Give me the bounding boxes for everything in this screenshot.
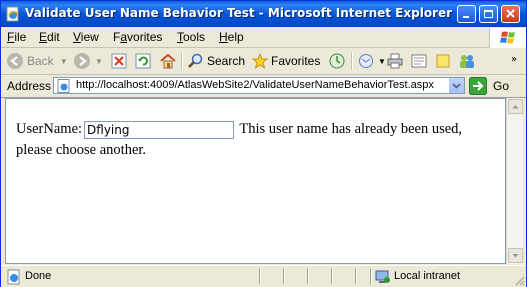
status-divider: [307, 268, 309, 284]
maximize-button[interactable]: [479, 5, 498, 23]
mail-icon: [359, 54, 373, 68]
chevron-down-icon: [452, 83, 461, 89]
search-icon: [188, 53, 203, 68]
status-text: Done: [25, 270, 52, 282]
menu-tools[interactable]: Tools: [177, 30, 205, 44]
mail-button[interactable]: ▼: [358, 52, 386, 70]
close-icon: [506, 9, 515, 18]
stop-icon: [111, 53, 127, 69]
mail-dropdown-icon[interactable]: ▼: [378, 57, 386, 66]
search-button[interactable]: Search: [188, 52, 245, 70]
status-divider: [355, 268, 357, 284]
toolbar-separator: [181, 52, 183, 70]
minimize-icon: [463, 16, 469, 18]
minimize-button[interactable]: [457, 5, 476, 23]
menu-file[interactable]: File: [7, 30, 26, 44]
validation-message: This user name has already been used, ple…: [16, 121, 463, 158]
go-button[interactable]: Go: [469, 77, 509, 95]
status-divider: [283, 268, 285, 284]
standard-toolbar: Back ▼ ▼ Search Favorites ▼ »: [1, 48, 526, 75]
title-bar[interactable]: Validate User Name Behavior Test - Micro…: [1, 1, 526, 27]
maximize-icon: [484, 10, 493, 18]
home-icon: [160, 53, 176, 69]
status-bar: Done Local intranet: [1, 265, 526, 287]
discuss-button[interactable]: [435, 52, 451, 70]
validation-form: UserName: This user name has already bee…: [16, 119, 506, 161]
messenger-icon: [460, 55, 474, 68]
security-zone: Local intranet: [394, 270, 461, 282]
edit-page-icon: [411, 54, 427, 68]
windows-logo: [489, 28, 526, 48]
window-title: Validate User Name Behavior Test - Micro…: [25, 6, 453, 20]
edit-button[interactable]: [411, 52, 427, 70]
username-input[interactable]: [84, 120, 235, 139]
scroll-up-button[interactable]: [508, 99, 523, 114]
status-divider: [259, 268, 261, 284]
close-button[interactable]: [501, 5, 520, 23]
windows-flag-icon: [500, 31, 515, 44]
page-content: UserName: This user name has already bee…: [5, 98, 506, 264]
status-divider: [331, 268, 333, 284]
scroll-down-button[interactable]: [508, 248, 523, 263]
arrow-down-icon: [512, 254, 519, 258]
menu-help[interactable]: Help: [219, 30, 244, 44]
address-label: Address: [7, 79, 52, 93]
back-button[interactable]: Back ▼: [6, 52, 68, 70]
status-divider: [370, 268, 372, 284]
browser-window: Validate User Name Behavior Test - Micro…: [0, 0, 527, 287]
history-icon: [329, 53, 345, 69]
toolbar-separator: [351, 52, 353, 70]
history-button[interactable]: [329, 52, 345, 70]
ie-page-icon: [7, 269, 20, 285]
ie-page-icon: [6, 6, 19, 22]
refresh-icon: [135, 53, 151, 69]
arrow-up-icon: [512, 105, 519, 109]
menu-view[interactable]: View: [73, 30, 99, 44]
refresh-button[interactable]: [135, 52, 151, 70]
menu-edit[interactable]: Edit: [39, 30, 60, 44]
forward-button[interactable]: ▼: [73, 52, 103, 70]
vertical-scrollbar[interactable]: [506, 98, 523, 264]
toolbar-chevron-icon[interactable]: »: [511, 54, 517, 65]
print-button[interactable]: [387, 52, 403, 70]
username-label: UserName:: [16, 121, 83, 137]
back-dropdown-icon[interactable]: ▼: [60, 57, 68, 66]
address-input[interactable]: http://localhost:4009/AtlasWebSite2/Vali…: [53, 77, 465, 94]
local-intranet-icon: [375, 270, 390, 283]
go-arrow-icon: [469, 77, 487, 95]
resize-grip-icon[interactable]: [513, 274, 525, 286]
back-arrow-icon: [7, 53, 23, 69]
address-dropdown-button[interactable]: [448, 78, 464, 93]
messenger-button[interactable]: [458, 52, 476, 70]
forward-dropdown-icon[interactable]: ▼: [95, 57, 103, 66]
favorites-button[interactable]: Favorites: [252, 52, 320, 70]
star-icon: [252, 53, 268, 69]
home-button[interactable]: [159, 52, 177, 70]
forward-arrow-icon: [74, 53, 90, 69]
ie-page-icon: [57, 79, 70, 93]
address-bar: Address http://localhost:4009/AtlasWebSi…: [1, 75, 526, 98]
menu-bar: File Edit View Favorites Tools Help: [1, 27, 526, 48]
note-icon: [436, 54, 450, 68]
stop-button[interactable]: [111, 52, 127, 70]
menu-favorites[interactable]: Favorites: [113, 30, 162, 44]
printer-icon: [387, 53, 403, 69]
address-url: http://localhost:4009/AtlasWebSite2/Vali…: [76, 79, 434, 91]
